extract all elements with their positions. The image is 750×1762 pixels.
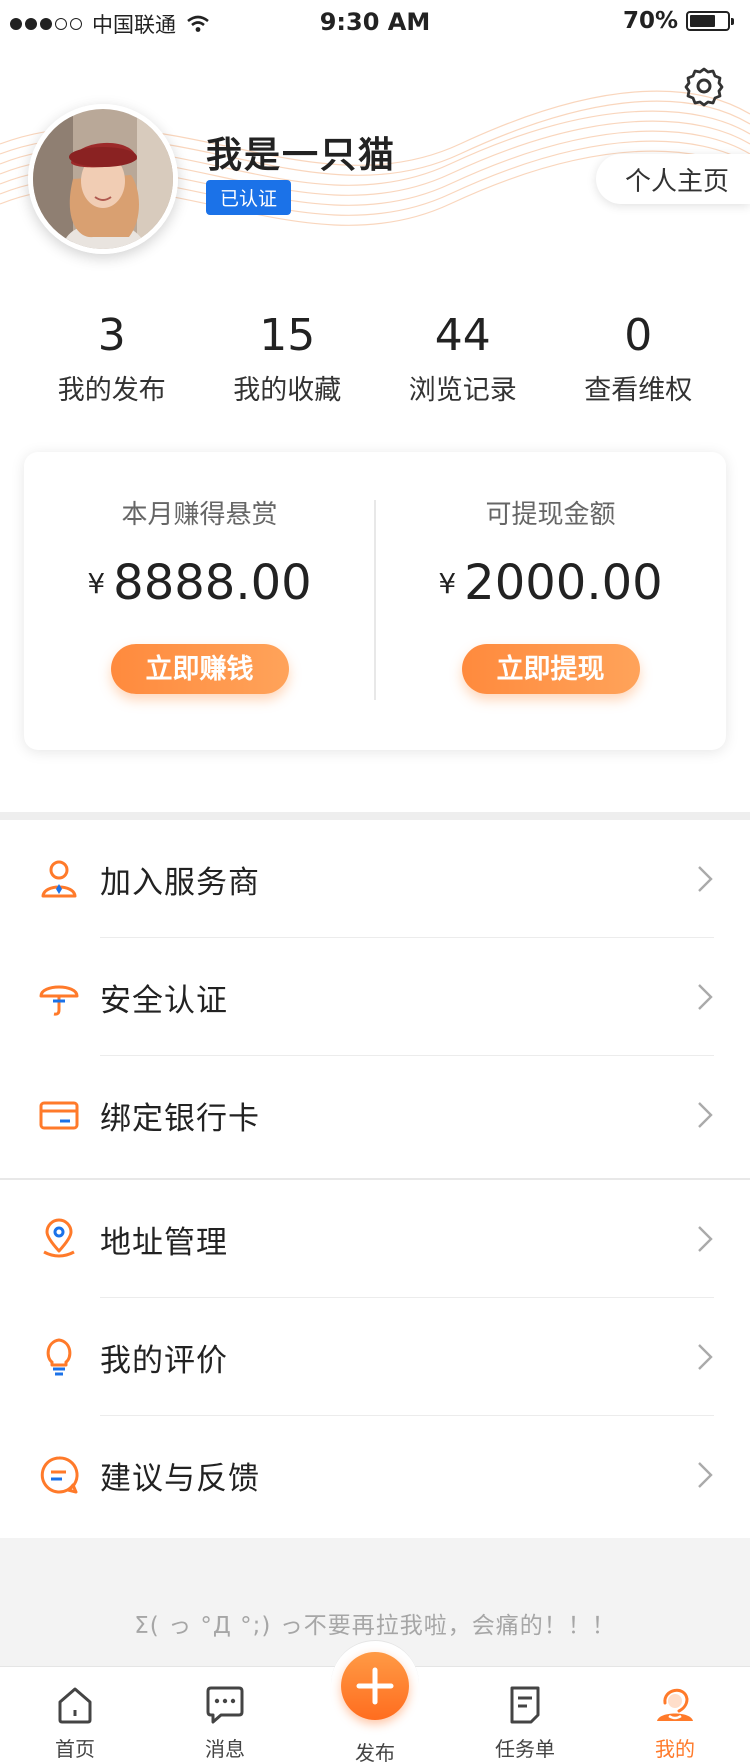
chevron-right-icon: [698, 866, 713, 892]
avatar-image: [33, 109, 173, 249]
currency-symbol: ¥: [87, 567, 106, 600]
withdrawable-title: 可提现金额: [485, 500, 616, 530]
stat-label: 浏览记录: [408, 375, 517, 406]
avatar[interactable]: [28, 104, 178, 254]
lightbulb-icon: [46, 1338, 72, 1376]
stat-label: 查看维权: [584, 375, 693, 406]
feedback-bubble-icon: [40, 1456, 79, 1494]
monthly-earnings-title: 本月赚得悬赏: [121, 500, 278, 530]
stat-label: 我的收藏: [233, 375, 342, 406]
withdraw-now-button[interactable]: 立即提现: [461, 644, 640, 694]
monthly-earnings-amount: ¥8888.00: [24, 553, 375, 614]
personal-homepage-button[interactable]: 个人主页: [596, 154, 750, 204]
menu-label: 绑定银行卡: [100, 1100, 260, 1137]
menu-label: 建议与反馈: [100, 1460, 260, 1497]
chevron-right-icon: [698, 984, 713, 1010]
profile-header: 我是一只猫 已认证 个人主页: [0, 44, 750, 274]
person-badge-icon: [41, 860, 77, 898]
tab-label: 我的: [655, 1737, 695, 1761]
task-list-icon: [510, 1686, 540, 1724]
stats-row: 3 我的发布 15 我的收藏 44 浏览记录 0 查看维权: [0, 310, 750, 407]
menu-item-my-reviews[interactable]: 我的评价: [0, 1298, 750, 1416]
tab-publish-label: 发布: [355, 1741, 395, 1762]
stat-label: 我的发布: [57, 375, 166, 406]
withdrawable-amount: ¥2000.00: [375, 553, 726, 614]
stat-browse-history[interactable]: 44 浏览记录: [375, 310, 551, 407]
tab-mine[interactable]: 我的: [600, 1667, 750, 1762]
verified-badge: 已认证: [206, 180, 292, 215]
tab-label: 任务单: [495, 1737, 555, 1761]
chevron-right-icon: [698, 1344, 713, 1370]
earnings-card: 本月赚得悬赏 ¥8888.00 立即赚钱 可提现金额 ¥2000.00 立即提现: [24, 452, 726, 750]
amount-value: 8888.00: [113, 555, 312, 611]
stat-value: 0: [624, 310, 653, 361]
menu-item-join-provider[interactable]: 加入服务商: [0, 820, 750, 938]
chevron-right-icon: [698, 1102, 713, 1128]
menu-item-bind-bank-card[interactable]: 绑定银行卡: [0, 1056, 750, 1174]
menu-item-address-management[interactable]: 地址管理: [0, 1180, 750, 1298]
stat-value: 15: [259, 310, 316, 361]
stat-my-posts[interactable]: 3 我的发布: [24, 310, 200, 407]
earn-now-button[interactable]: 立即赚钱: [110, 644, 289, 694]
plus-icon: [356, 1667, 394, 1705]
menu-label: 地址管理: [100, 1224, 228, 1261]
chevron-right-icon: [698, 1462, 713, 1488]
menu-label: 安全认证: [100, 982, 228, 1019]
tab-label: 首页: [55, 1737, 95, 1761]
home-icon: [58, 1687, 92, 1724]
currency-symbol: ¥: [438, 567, 457, 600]
umbrella-icon: [39, 985, 79, 1016]
stat-view-rights[interactable]: 0 查看维权: [551, 310, 727, 407]
withdrawable-balance: 可提现金额 ¥2000.00 立即提现: [375, 452, 726, 750]
publish-button[interactable]: [341, 1652, 409, 1720]
message-icon: [206, 1686, 244, 1724]
stat-value: 3: [97, 310, 126, 361]
monthly-earnings: 本月赚得悬赏 ¥8888.00 立即赚钱: [24, 452, 375, 750]
stat-my-favorites[interactable]: 15 我的收藏: [200, 310, 376, 407]
chevron-right-icon: [698, 1226, 713, 1252]
menu-group-account: 加入服务商 安全认证 绑定银行卡: [0, 820, 750, 1174]
gear-icon[interactable]: [682, 64, 726, 108]
menu-item-feedback[interactable]: 建议与反馈: [0, 1416, 750, 1534]
tab-label: 消息: [205, 1737, 245, 1761]
menu-label: 我的评价: [100, 1342, 228, 1379]
tab-home[interactable]: 首页: [0, 1667, 150, 1762]
username: 我是一只猫: [206, 135, 397, 176]
stat-value: 44: [434, 310, 491, 361]
bank-card-icon: [39, 1101, 79, 1130]
tab-messages[interactable]: 消息: [150, 1667, 300, 1762]
section-divider: [0, 812, 750, 820]
menu-item-security-verification[interactable]: 安全认证: [0, 938, 750, 1056]
menu-label: 加入服务商: [100, 864, 260, 901]
battery-icon: [686, 11, 734, 31]
tab-task-list[interactable]: 任务单: [450, 1667, 600, 1762]
amount-value: 2000.00: [464, 555, 663, 611]
status-bar: 中国联通 9:30 AM 70%: [0, 0, 750, 44]
location-pin-icon: [43, 1218, 75, 1258]
menu-group-more: 地址管理 我的评价 建议与反馈: [0, 1180, 750, 1534]
profile-icon: [657, 1688, 693, 1721]
battery-percent: 70%: [622, 8, 678, 34]
